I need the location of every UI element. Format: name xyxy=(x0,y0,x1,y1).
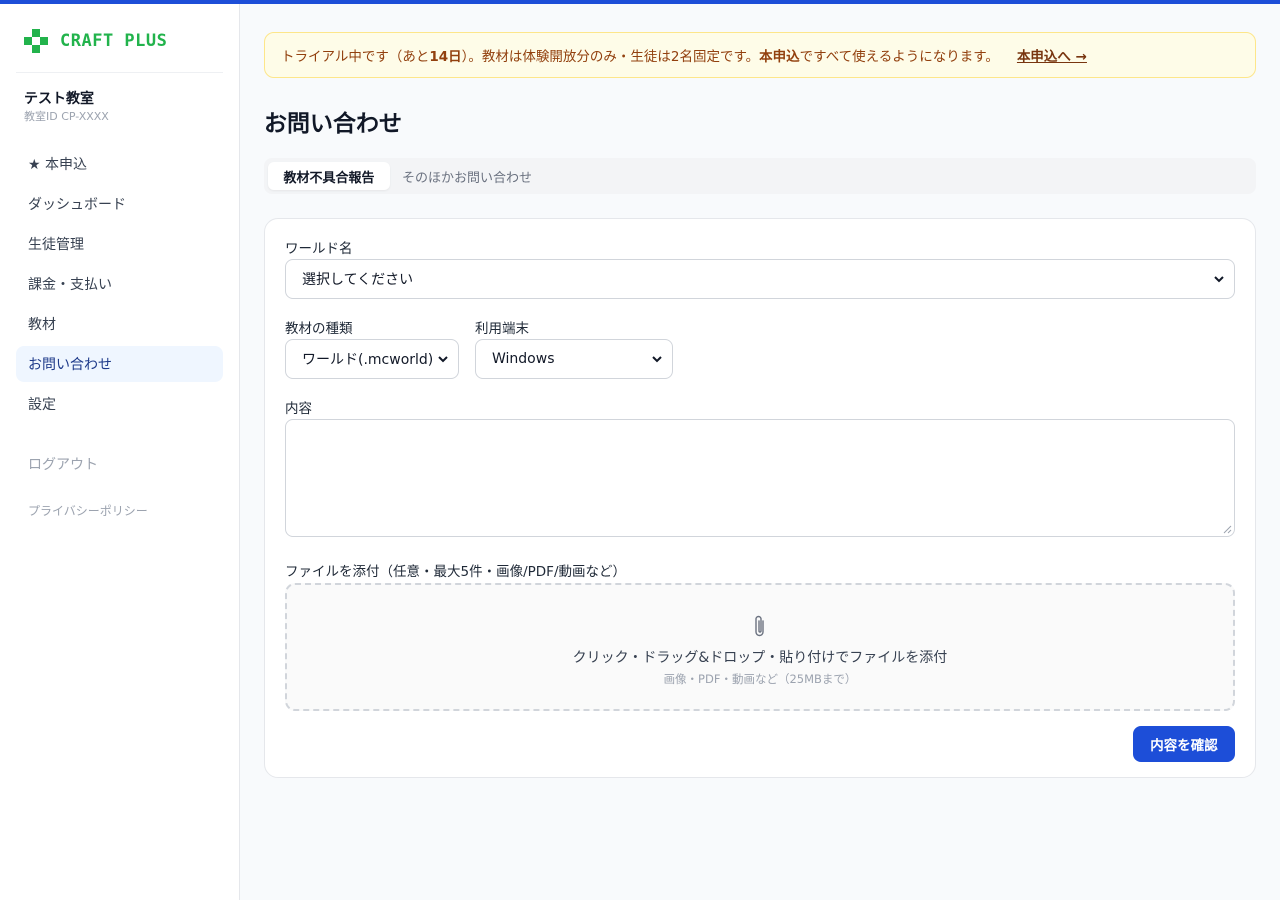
sidebar-item-label: 生徒管理 xyxy=(28,237,84,253)
world-select-value: 選択してください xyxy=(302,272,414,288)
device-label: 利用端末 xyxy=(475,321,529,337)
logout-label: ログアウト xyxy=(28,457,98,473)
sidebar-item-contact[interactable]: お問い合わせ xyxy=(16,346,223,382)
chevron-down-icon xyxy=(652,356,662,363)
page-title: お問い合わせ xyxy=(264,111,402,137)
school-id: 教室ID CP-XXXX xyxy=(24,110,109,123)
tab-bar: 教材不具合報告 そのほかお問い合わせ xyxy=(264,158,1256,194)
apply-link[interactable]: 本申込へ → xyxy=(1017,45,1087,65)
banner-days: 14日 xyxy=(429,49,462,65)
content-textarea[interactable] xyxy=(285,419,1235,537)
chevron-down-icon xyxy=(438,356,448,363)
sidebar-item-label: 教材 xyxy=(28,317,56,333)
world-select[interactable]: 選択してください xyxy=(285,259,1235,299)
device-value: Windows xyxy=(492,351,555,367)
tab-material-bug-report[interactable]: 教材不具合報告 xyxy=(268,162,390,190)
resize-handle-icon[interactable] xyxy=(1222,524,1232,534)
banner-text: ですべて使えるようになります。 xyxy=(799,49,999,65)
school-name: テスト教室 xyxy=(24,91,94,107)
material-type-select[interactable]: ワールド(.mcworld) xyxy=(285,339,459,379)
sidebar-item-billing[interactable]: 課金・支払い xyxy=(16,266,223,302)
divider xyxy=(16,72,223,73)
sidebar-item-label: ★ 本申込 xyxy=(28,157,88,173)
world-label: ワールド名 xyxy=(285,241,353,257)
material-type-value: ワールド(.mcworld) xyxy=(302,352,434,368)
chevron-down-icon xyxy=(1214,276,1224,283)
content-label: 内容 xyxy=(285,401,312,417)
dropzone-text: クリック・ドラッグ&ドロップ・貼り付けでファイルを添付 xyxy=(572,650,948,666)
paperclip-icon xyxy=(755,615,764,637)
sidebar: CRAFT PLUS テスト教室 教室ID CP-XXXX ★ 本申込 ダッシュ… xyxy=(0,4,240,900)
logout-link[interactable]: ログアウト xyxy=(16,446,223,482)
sidebar-item-label: 課金・支払い xyxy=(28,277,112,293)
material-type-label: 教材の種類 xyxy=(285,321,353,337)
dropzone-hint: 画像・PDF・動画など（25MBまで） xyxy=(663,672,857,686)
sidebar-item-dashboard[interactable]: ダッシュボード xyxy=(16,186,223,222)
trial-banner: トライアル中です（あと 14日 ）。教材は体験開放分のみ・生徒は2名固定です。 本申… xyxy=(264,32,1256,78)
attach-label: ファイルを添付（任意・最大5件・画像/PDF/動画など） xyxy=(285,564,626,580)
plus-icon xyxy=(24,29,48,53)
tab-other-inquiry[interactable]: そのほかお問い合わせ xyxy=(402,162,532,190)
sidebar-item-label: 設定 xyxy=(28,397,56,413)
sidebar-item-students[interactable]: 生徒管理 xyxy=(16,226,223,262)
device-select[interactable]: Windows xyxy=(475,339,673,379)
sidebar-item-label: ダッシュボード xyxy=(28,197,126,213)
privacy-policy-link[interactable]: プライバシーポリシー xyxy=(28,502,148,519)
banner-text: トライアル中です（あと xyxy=(281,49,430,65)
banner-bold: 本申込 xyxy=(759,49,800,65)
brand-logo[interactable]: CRAFT PLUS xyxy=(24,26,167,56)
banner-text: ）。教材は体験開放分のみ・生徒は2名固定です。 xyxy=(461,49,760,65)
file-dropzone[interactable]: クリック・ドラッグ&ドロップ・貼り付けでファイルを添付 画像・PDF・動画など（… xyxy=(285,583,1235,711)
sidebar-item-materials[interactable]: 教材 xyxy=(16,306,223,342)
sidebar-item-settings[interactable]: 設定 xyxy=(16,386,223,422)
sidebar-item-label: お問い合わせ xyxy=(28,357,112,373)
confirm-button[interactable]: 内容を確認 xyxy=(1133,726,1235,762)
inquiry-form-card: ワールド名 選択してください 教材の種類 ワールド(.mcworld) 利用端末… xyxy=(264,218,1256,778)
sidebar-item-apply[interactable]: ★ 本申込 xyxy=(16,146,223,182)
brand-name: CRAFT PLUS xyxy=(60,31,168,51)
